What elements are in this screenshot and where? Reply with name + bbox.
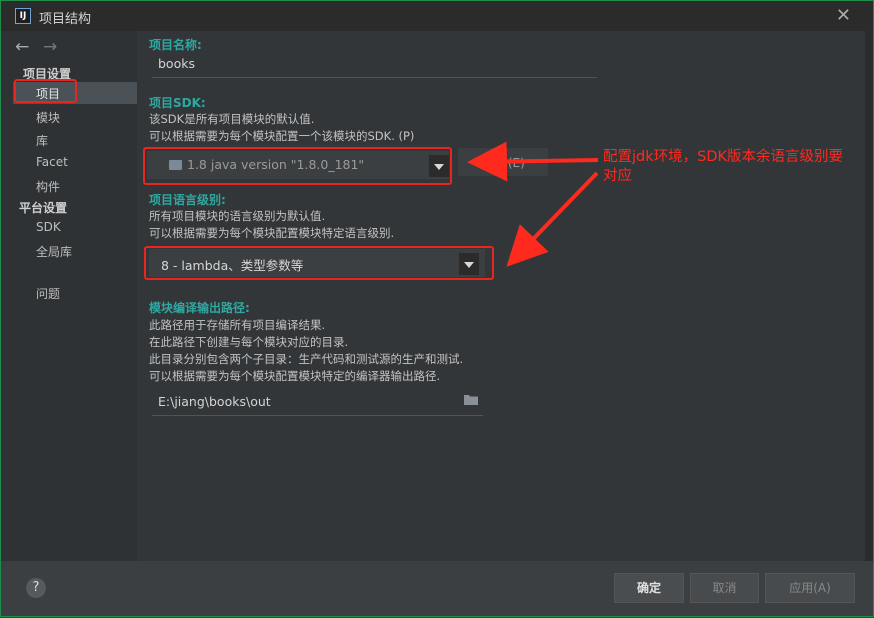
arrow-to-language [506, 171, 599, 267]
apply-button[interactable]: 应用(A) [765, 573, 855, 603]
annotation-text-2: 对应 [603, 168, 632, 184]
ok-button[interactable]: 确定 [614, 573, 684, 603]
help-icon[interactable]: ? [26, 578, 46, 598]
annotation-text-1: 配置jdk环境，SDK版本余语言级别要 [603, 149, 844, 165]
cancel-button[interactable]: 取消 [690, 573, 759, 603]
dialog-window: IJ 项目结构 ✕ ← → 项目设置 项目 模块 库 Facet 构件 平台设置… [0, 0, 874, 617]
arrow-to-sdk [467, 141, 599, 182]
annotation-arrows [467, 141, 599, 267]
